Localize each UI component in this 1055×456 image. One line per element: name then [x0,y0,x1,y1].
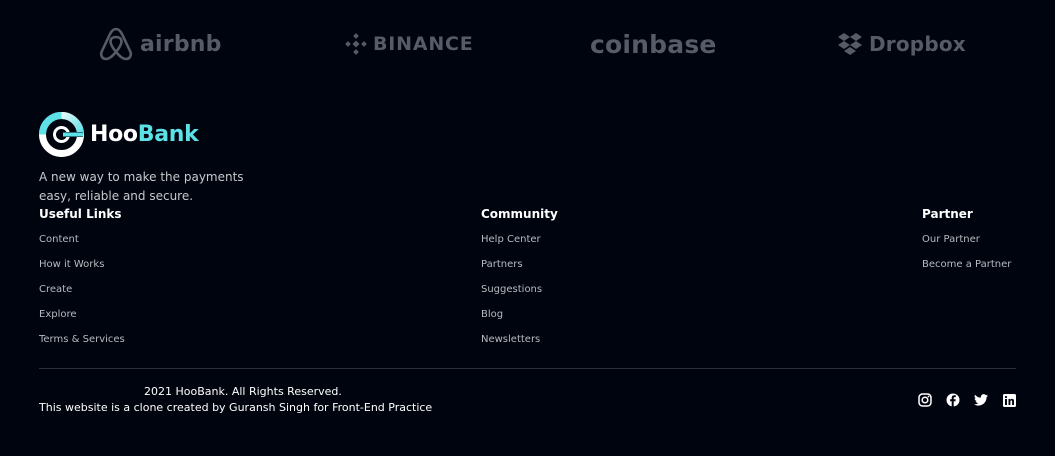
column-title: Community [481,207,558,221]
instagram-icon[interactable] [918,393,932,407]
clients-strip: airbnb BINANCE coinbase Dropbox [0,18,1055,70]
tagline-line2: easy, reliable and secure. [39,189,194,203]
airbnb-logo: airbnb [98,18,222,70]
brand-name-part1: Hoo [90,122,138,147]
dropbox-logo: Dropbox [837,18,966,70]
dropbox-logo-text: Dropbox [869,32,966,56]
useful-links-column: Useful Links Content How it Works Create… [39,207,125,359]
dropbox-logo-icon [838,33,862,55]
footer-link-partners[interactable]: Partners [481,259,558,271]
footer-link-create[interactable]: Create [39,284,125,296]
hoobank-logo-icon [39,112,84,157]
binance-logo-icon [345,33,367,55]
brand-name: HooBank [90,122,199,147]
footer-link-help-center[interactable]: Help Center [481,234,558,246]
copyright: 2021 HooBank. All Rights Reserved. This … [39,384,459,416]
facebook-icon[interactable] [946,393,960,407]
footer-link-become-partner[interactable]: Become a Partner [922,259,1011,271]
footer-link-terms[interactable]: Terms & Services [39,334,125,346]
partner-column: Partner Our Partner Become a Partner [922,207,1011,284]
brand-name-part2: Bank [137,122,199,147]
copyright-line2: This website is a clone created by Guran… [39,401,433,414]
coinbase-logo: coinbase [590,18,717,70]
social-links [918,393,1016,407]
copyright-line1: 2021 HooBank. All Rights Reserved. [144,385,342,398]
column-title: Partner [922,207,973,221]
brand-logo[interactable]: HooBank [39,112,199,157]
footer-link-newsletters[interactable]: Newsletters [481,334,558,346]
twitter-icon[interactable] [974,393,988,407]
community-column: Community Help Center Partners Suggestio… [481,207,558,359]
footer-link-our-partner[interactable]: Our Partner [922,234,1011,246]
tagline-line1: A new way to make the payments [39,170,244,184]
binance-logo: BINANCE [345,18,474,70]
footer-page: airbnb BINANCE coinbase Dropbox HooBank … [0,0,1055,456]
column-title: Useful Links [39,207,122,221]
footer-link-suggestions[interactable]: Suggestions [481,284,558,296]
footer-link-blog[interactable]: Blog [481,309,558,321]
coinbase-logo-text: coinbase [590,29,717,59]
footer-link-content[interactable]: Content [39,234,125,246]
binance-logo-text: BINANCE [373,33,474,55]
airbnb-logo-text: airbnb [140,31,222,57]
footer-link-how-it-works[interactable]: How it Works [39,259,125,271]
footer-link-explore[interactable]: Explore [39,309,125,321]
linkedin-icon[interactable] [1002,393,1016,407]
airbnb-logo-icon [99,27,133,61]
footer-divider [39,368,1016,369]
brand-tagline: A new way to make the payments easy, rel… [39,168,249,206]
